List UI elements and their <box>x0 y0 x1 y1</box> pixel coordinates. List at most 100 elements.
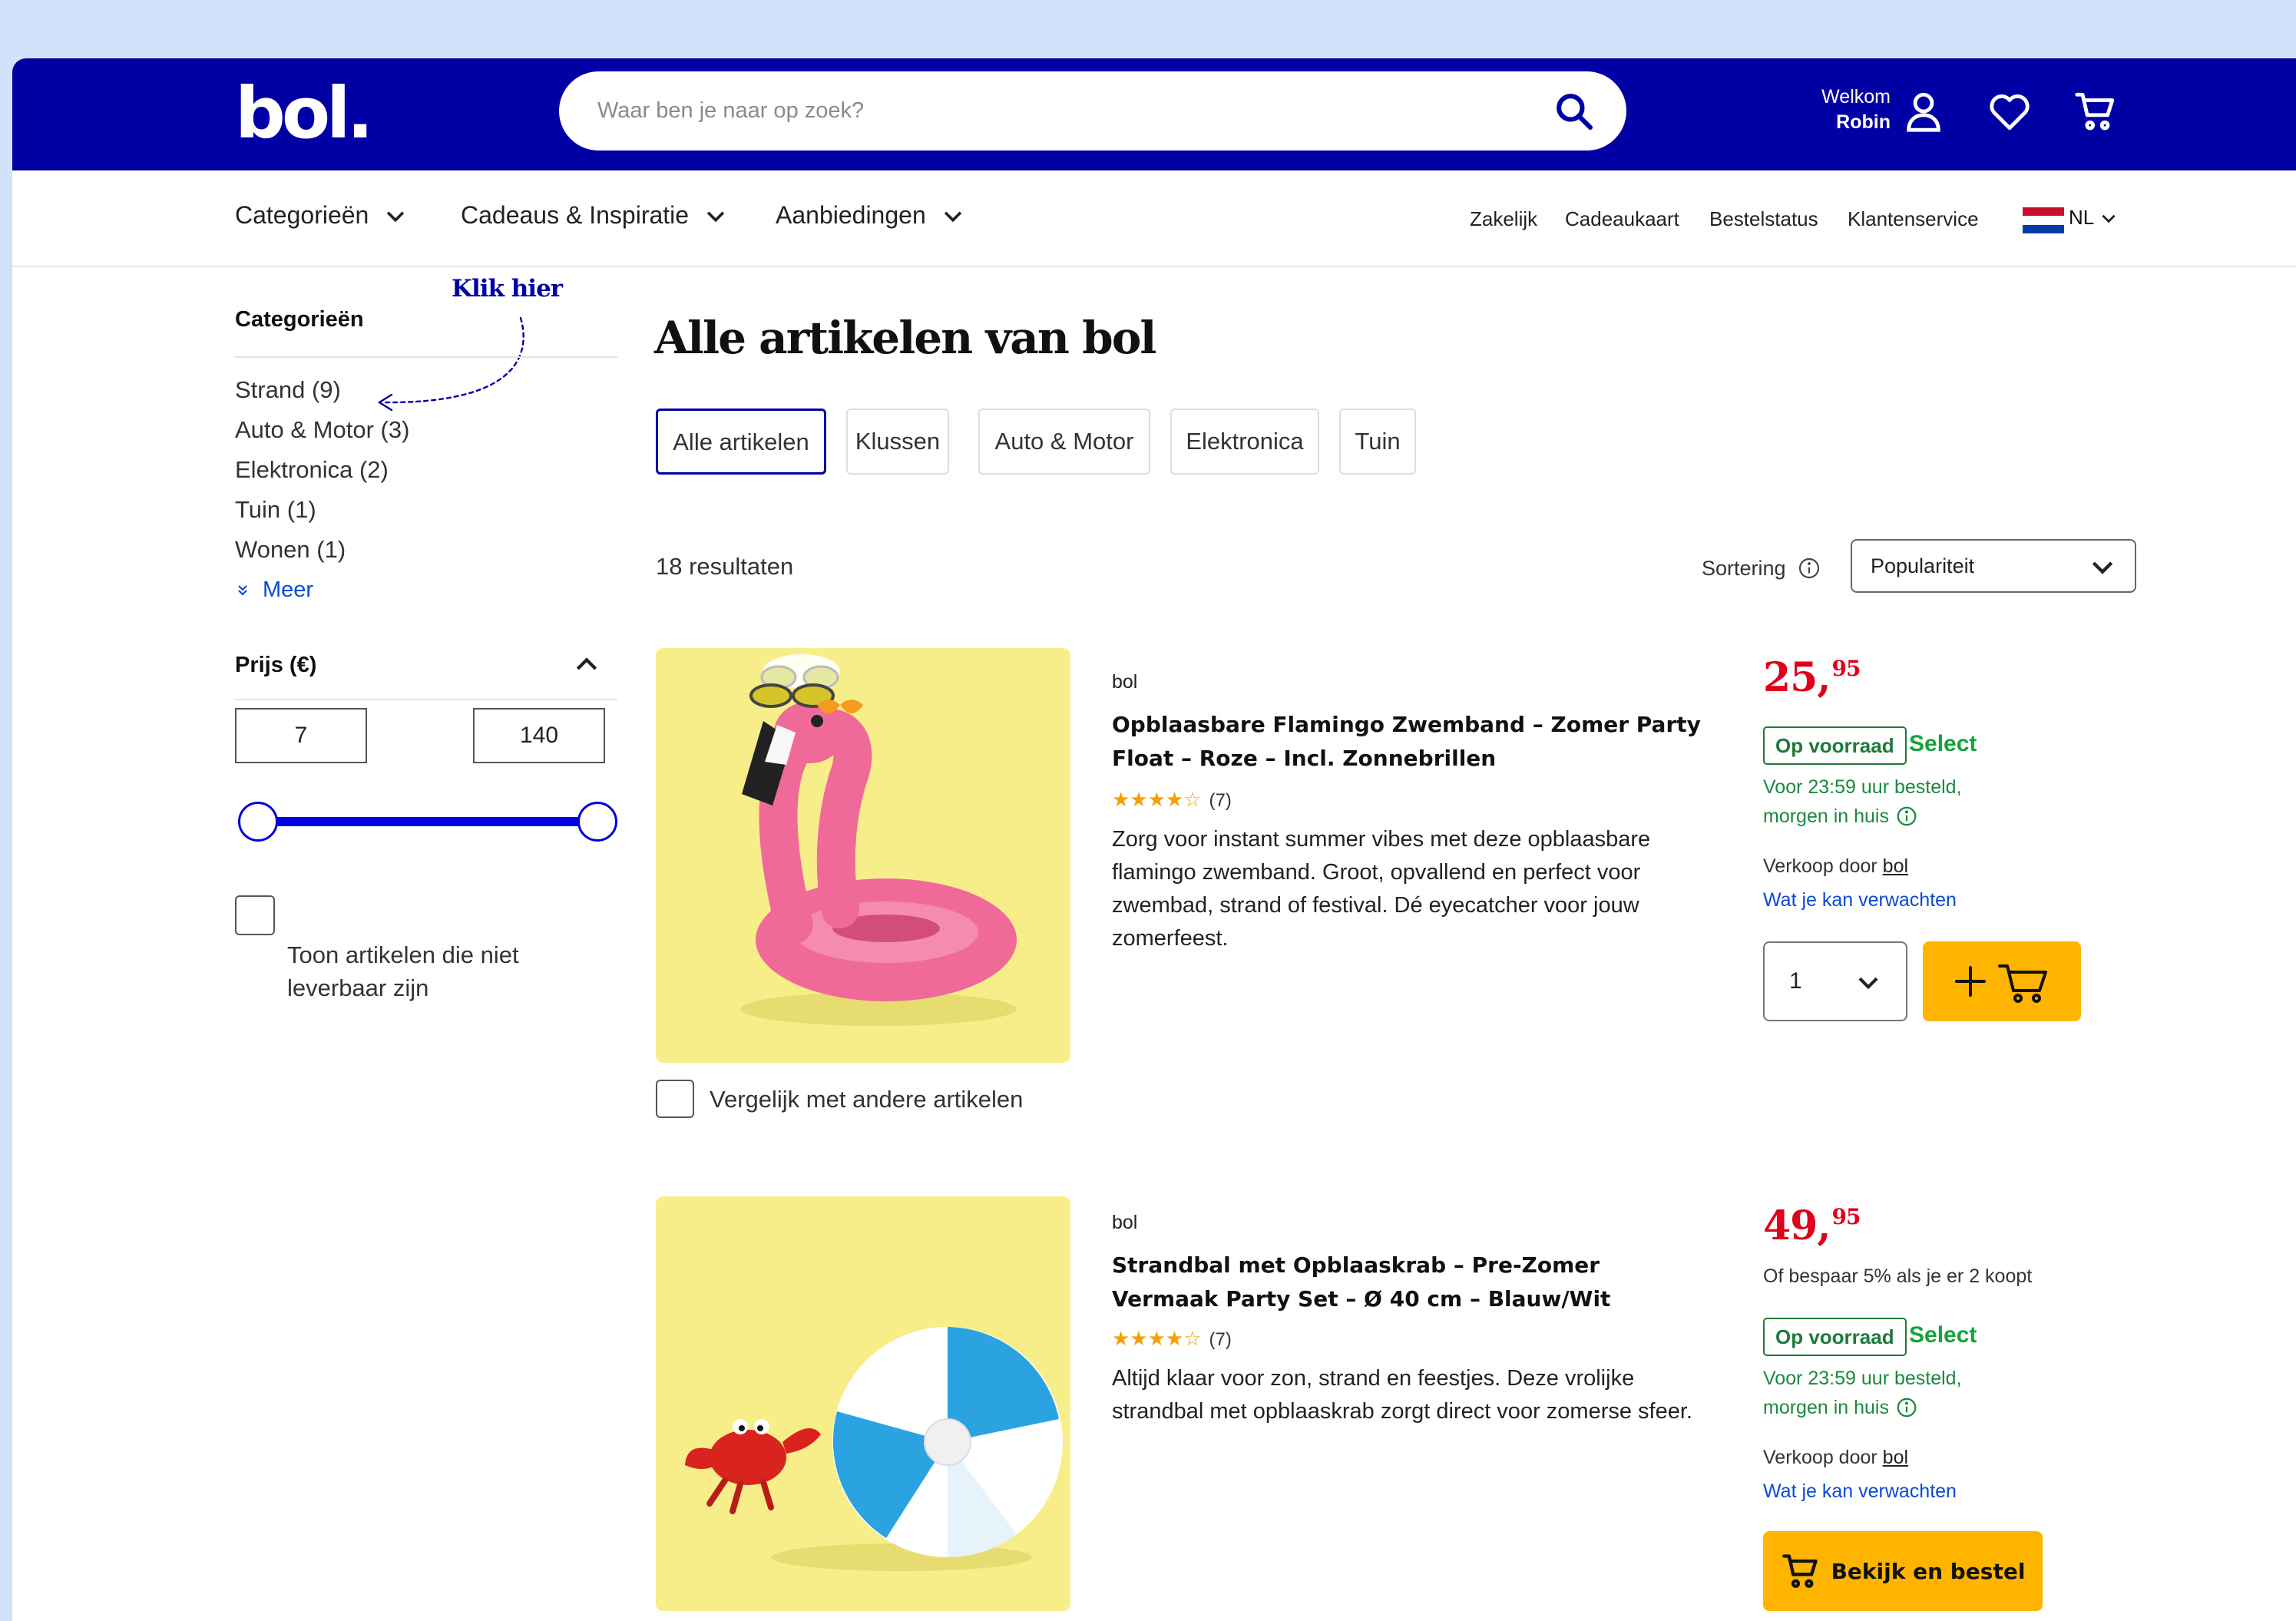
delivery-line: Voor 23:59 uur besteld, <box>1763 776 1962 798</box>
sort-select[interactable]: Populariteit <box>1851 539 2136 593</box>
view-and-order-label: Bekijk en bestel <box>1831 1558 2026 1584</box>
price-max-input[interactable]: 140 <box>473 708 605 763</box>
delivery-text: morgen in huis <box>1763 1397 1889 1418</box>
show-more-link[interactable]: Meer <box>237 577 313 603</box>
delivery-line: Voor 23:59 uur besteld, <box>1763 1368 1962 1389</box>
add-to-cart-icon <box>1955 964 2047 1003</box>
tab-klussen[interactable]: Klussen <box>846 409 949 475</box>
info-icon[interactable] <box>1895 1396 1918 1419</box>
netherlands-flag-icon[interactable] <box>2023 207 2064 233</box>
account-icon[interactable] <box>1901 89 1946 134</box>
product-title[interactable]: Strandbal met Opblaaskrab – Pre-Zomer Ve… <box>1112 1249 1711 1316</box>
sold-by-link[interactable]: bol <box>1883 1447 1908 1468</box>
sort-value: Populariteit <box>1871 554 1975 577</box>
nav-label: Cadeaus & Inspiratie <box>461 201 690 229</box>
delivery-text: morgen in huis <box>1763 806 1889 827</box>
bulk-discount-text: Of bespaar 5% als je er 2 koopt <box>1763 1265 2033 1287</box>
unavailable-label: Toon artikelen die niet leverbaar zijn <box>287 941 519 1001</box>
info-icon[interactable] <box>1895 805 1918 828</box>
product-seller: bol <box>1112 1212 1138 1233</box>
product-price: 49,95 <box>1763 1203 1861 1249</box>
rating-stars: ★★★★☆ (7) <box>1112 1327 1232 1351</box>
search-input[interactable] <box>597 88 1519 133</box>
product-image-flamingo[interactable] <box>656 648 1070 1063</box>
nav-zakelijk[interactable]: Zakelijk <box>1470 207 1537 231</box>
bol-logo[interactable]: bol. <box>235 72 374 154</box>
chevron-down-icon <box>706 210 725 222</box>
price-cents: 95 <box>1831 656 1861 681</box>
stock-badge: Op voorraad <box>1763 726 1907 765</box>
page: bol. Welkom Robin Categorieën Cadeaus & … <box>12 58 2296 1621</box>
stock-badge: Op voorraad <box>1763 1318 1907 1356</box>
delivery-line: morgen in huis <box>1763 802 1962 831</box>
compare-label: Vergelijk met andere artikelen <box>710 1086 1024 1113</box>
product-price: 25,95 <box>1763 654 1861 701</box>
compare-checkbox[interactable] <box>656 1080 694 1118</box>
price-min-input[interactable]: 7 <box>235 708 367 763</box>
price-slider-track[interactable] <box>258 817 588 826</box>
page-title: Alle artikelen van bol <box>654 312 1156 364</box>
nav-bestelstatus[interactable]: Bestelstatus <box>1709 207 1818 231</box>
nav-klantenservice[interactable]: Klantenservice <box>1848 207 1979 231</box>
rating-count: (7) <box>1209 1329 1232 1350</box>
price-filter-title: Prijs (€) <box>235 653 317 677</box>
divider <box>235 356 617 358</box>
chevron-down-icon <box>944 210 961 222</box>
nav-cadeaukaart[interactable]: Cadeaukaart <box>1565 207 1679 231</box>
price-slider-max-handle[interactable] <box>577 802 617 842</box>
sold-by-link[interactable]: bol <box>1883 855 1908 877</box>
tab-alle-artikelen[interactable]: Alle artikelen <box>656 409 826 475</box>
language-selector[interactable]: NL <box>2069 206 2119 230</box>
price-slider-min-handle[interactable] <box>238 802 278 842</box>
show-more-label: Meer <box>263 577 314 602</box>
sort-label-text: Sortering <box>1702 556 1786 580</box>
add-to-cart-button[interactable] <box>1923 941 2081 1021</box>
search-bar[interactable] <box>559 71 1626 151</box>
tab-elektronica[interactable]: Elektronica <box>1170 409 1319 475</box>
sidebar-category-strand[interactable]: Strand (9) <box>235 376 341 404</box>
nav-cadeaus-inspiratie[interactable]: Cadeaus & Inspiratie <box>461 201 729 230</box>
sold-by-prefix: Verkoop door <box>1763 1447 1877 1468</box>
tab-tuin[interactable]: Tuin <box>1339 409 1416 475</box>
chevron-up-icon[interactable] <box>570 650 604 680</box>
quantity-value: 1 <box>1789 968 1802 994</box>
cart-icon[interactable] <box>2073 89 2118 134</box>
delivery-info: Voor 23:59 uur besteld, morgen in huis <box>1763 772 1962 831</box>
sidebar-category-elektronica[interactable]: Elektronica (2) <box>235 456 389 484</box>
top-header: bol. Welkom Robin <box>12 58 2296 170</box>
tab-auto-motor[interactable]: Auto & Motor <box>978 409 1150 475</box>
cart-icon <box>1782 1554 1818 1588</box>
star-icons: ★★★★☆ <box>1112 788 1202 811</box>
sold-by: Verkoop door bol <box>1763 1447 1908 1469</box>
expectations-link[interactable]: Wat je kan verwachten <box>1763 889 1957 911</box>
divider <box>235 699 617 700</box>
sidebar-category-tuin[interactable]: Tuin (1) <box>235 496 316 524</box>
delivery-info: Voor 23:59 uur besteld, morgen in huis <box>1763 1364 1962 1422</box>
product-image-beachball[interactable] <box>656 1196 1070 1611</box>
sidebar-categories-title: Categorieën <box>235 307 364 332</box>
welcome-label: Welkom <box>1821 86 1891 108</box>
nav-categorieen[interactable]: Categorieën <box>235 201 409 230</box>
beachball-crab-image <box>656 1196 1070 1611</box>
sidebar-category-wonen[interactable]: Wonen (1) <box>235 536 346 564</box>
chevron-down-icon <box>387 210 405 222</box>
price-main: 49, <box>1763 1203 1831 1249</box>
view-and-order-button[interactable]: Bekijk en bestel <box>1763 1531 2043 1611</box>
select-badge: Select <box>1909 1322 1977 1348</box>
delivery-line: morgen in huis <box>1763 1393 1962 1422</box>
klik-hier-annotation: Klik hier <box>452 275 563 303</box>
info-icon[interactable] <box>1797 556 1821 581</box>
sidebar-category-auto-motor[interactable]: Auto & Motor (3) <box>235 416 409 444</box>
price-cents: 95 <box>1831 1204 1861 1229</box>
wishlist-heart-icon[interactable] <box>1987 89 2032 134</box>
nav-aanbiedingen[interactable]: Aanbiedingen <box>776 201 966 230</box>
sold-by: Verkoop door bol <box>1763 855 1908 878</box>
product-description: Zorg voor instant summer vibes met deze … <box>1112 827 1651 951</box>
quantity-select[interactable]: 1 <box>1763 941 1907 1021</box>
search-icon[interactable] <box>1553 90 1596 133</box>
product-title[interactable]: Opblaasbare Flamingo Zwemband – Zomer Pa… <box>1112 708 1711 776</box>
rating-stars: ★★★★☆ (7) <box>1112 788 1232 812</box>
expectations-link[interactable]: Wat je kan verwachten <box>1763 1480 1957 1503</box>
rating-count: (7) <box>1209 790 1232 811</box>
unavailable-checkbox[interactable] <box>235 895 275 935</box>
